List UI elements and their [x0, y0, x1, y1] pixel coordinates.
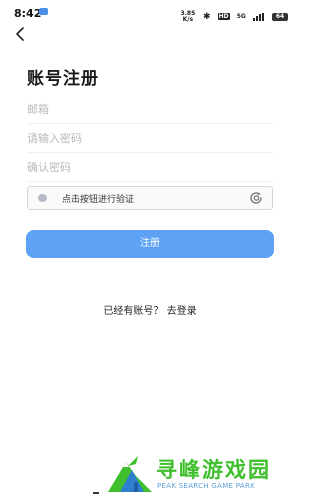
hd-badge: HD	[217, 13, 230, 20]
confirm-password-field-row	[27, 154, 273, 182]
signal-icon	[252, 12, 265, 21]
status-indicators: 3.85 K/s ✱ HD 5G 64	[178, 6, 288, 22]
back-button[interactable]	[11, 24, 31, 44]
message-icon	[39, 8, 48, 15]
verify-label: 点击按钮进行验证	[62, 195, 135, 205]
password-field-row	[27, 125, 273, 153]
password-field[interactable]	[27, 125, 273, 151]
chevron-left-icon	[16, 27, 24, 41]
watermark-en: PEAK SEARCH GAME PARK	[157, 482, 256, 490]
watermark: 寻峰游戏园 PEAK SEARCH GAME PARK	[106, 452, 296, 496]
confirm-password-field[interactable]	[27, 154, 273, 180]
verify-slider[interactable]: 点击按钮进行验证	[27, 186, 273, 210]
net-speed: 3.85 K/s	[180, 9, 196, 23]
register-button[interactable]: 注册	[26, 230, 274, 258]
page-title: 账号注册	[27, 69, 99, 89]
refresh-check-icon[interactable]	[248, 190, 264, 206]
home-indicator	[93, 492, 99, 494]
email-field[interactable]	[27, 96, 273, 122]
status-bar: 8:42 3.85 K/s ✱ HD 5G 64	[0, 0, 300, 26]
battery-icon: 64	[272, 12, 288, 21]
go-login-link[interactable]: 已经有账号？ 去登录	[0, 302, 300, 317]
mountain-logo-icon	[108, 456, 152, 492]
watermark-cn: 寻峰游戏园	[156, 458, 271, 482]
bluetooth-icon: ✱	[202, 11, 211, 22]
network-type: 5G	[236, 13, 246, 20]
status-time: 8:42	[14, 7, 42, 20]
email-field-row	[27, 96, 273, 124]
verify-handle[interactable]	[38, 194, 47, 202]
